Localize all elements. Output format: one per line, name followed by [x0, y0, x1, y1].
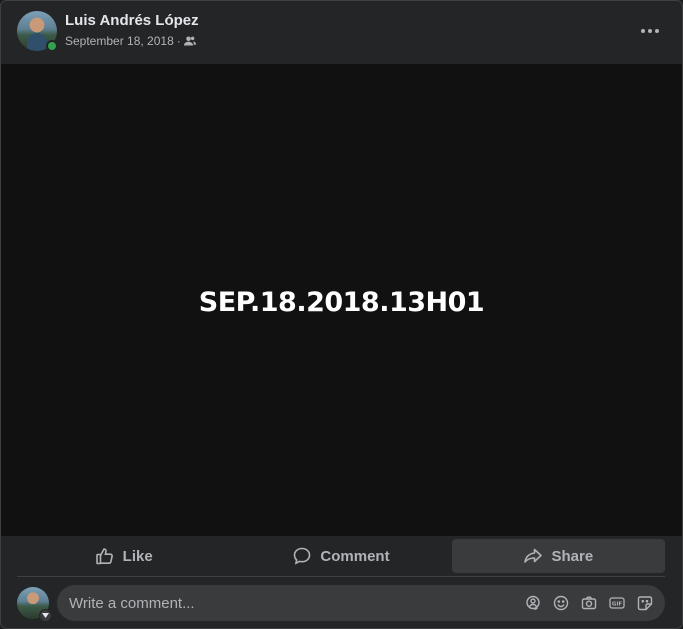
svg-text:GIF: GIF [612, 602, 623, 608]
author-name[interactable]: Luis Andrés López [65, 12, 199, 29]
gif-icon[interactable]: GIF [607, 593, 627, 613]
comment-label: Comment [320, 547, 390, 565]
comment-box: GIF [57, 585, 665, 621]
post-media[interactable]: SEP.18.2018.13H01 [1, 64, 682, 536]
meta-separator: · [176, 34, 181, 48]
like-button[interactable]: Like [17, 539, 230, 573]
ellipsis-icon [641, 29, 659, 33]
share-button[interactable]: Share [451, 539, 665, 573]
camera-icon[interactable] [579, 593, 599, 613]
post-card: Luis Andrés López September 18, 2018 · S… [0, 0, 683, 629]
emoji-icon[interactable] [551, 593, 571, 613]
media-text: SEP.18.2018.13H01 [198, 286, 485, 318]
comment-tools: GIF [523, 593, 665, 613]
share-label: Share [551, 547, 594, 565]
comment-icon [294, 547, 311, 565]
author-avatar[interactable] [17, 11, 58, 52]
post-meta: September 18, 2018 · [65, 34, 196, 48]
sticker-icon[interactable] [635, 593, 655, 613]
avatar-sticker-icon[interactable] [523, 593, 543, 613]
post-actions: Like Comment Share [17, 539, 665, 573]
more-options-button[interactable] [636, 17, 664, 45]
chevron-down-icon[interactable] [39, 609, 52, 622]
user-avatar[interactable] [17, 587, 52, 622]
like-label: Like [122, 547, 153, 565]
thumbs-up-icon [95, 548, 113, 565]
share-icon [524, 548, 543, 563]
post-date[interactable]: September 18, 2018 [65, 34, 174, 48]
comment-input[interactable] [57, 585, 523, 621]
comment-composer: GIF [17, 585, 665, 622]
online-status-dot [46, 40, 58, 52]
comment-button[interactable]: Comment [234, 539, 447, 573]
post-header: Luis Andrés López September 18, 2018 · [1, 1, 682, 64]
friends-icon[interactable] [183, 35, 196, 47]
actions-divider [17, 576, 665, 577]
